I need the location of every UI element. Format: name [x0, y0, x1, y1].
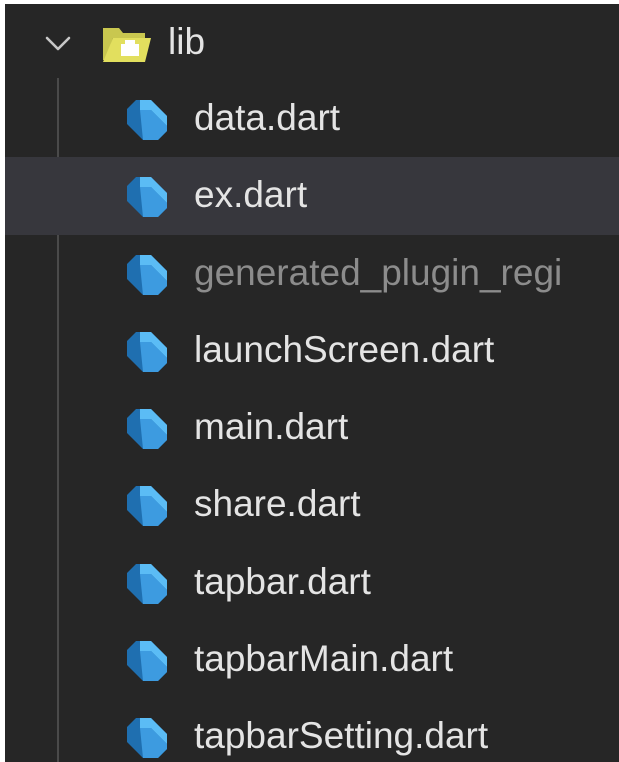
file-row-main-dart[interactable]: main.dart [5, 389, 619, 466]
file-name: data.dart [194, 97, 341, 138]
file-row-data-dart[interactable]: data.dart [5, 80, 619, 157]
folder-row-lib[interactable]: lib [5, 6, 619, 80]
file-row-launchscreen-dart[interactable]: launchScreen.dart [5, 312, 619, 389]
chevron-down-icon[interactable] [43, 28, 73, 58]
file-name: tapbar.dart [194, 560, 371, 602]
dart-icon [127, 177, 167, 218]
dart-icon [127, 641, 167, 682]
file-row-tapbarsetting-dart[interactable]: tapbarSetting.dart [5, 698, 619, 762]
file-name: tapbarSetting.dart [194, 715, 489, 757]
file-name: generated_plugin_regi [194, 251, 563, 293]
open-folder-icon [103, 28, 151, 62]
dart-icon [127, 486, 167, 527]
file-row-tapbarmain-dart[interactable]: tapbarMain.dart [5, 621, 619, 698]
file-name: main.dart [194, 406, 349, 448]
file-name: tapbarMain.dart [194, 638, 454, 680]
dart-icon [127, 100, 167, 140]
file-name: ex.dart [194, 174, 308, 216]
file-name: share.dart [194, 483, 361, 525]
folder-label: lib [168, 21, 206, 62]
dart-icon [127, 331, 167, 372]
file-list: data.dart ex.dart generated_plugin_regi [5, 80, 619, 762]
dart-icon [127, 254, 167, 295]
dart-icon [127, 563, 167, 604]
file-row-ex-dart[interactable]: ex.dart [5, 157, 619, 235]
file-name: launchScreen.dart [194, 328, 495, 370]
file-row-share-dart[interactable]: share.dart [5, 466, 619, 543]
dart-icon [127, 409, 167, 450]
file-row-tapbar-dart[interactable]: tapbar.dart [5, 544, 619, 621]
explorer-frame: lib data.dart ex.dart generated_plugin_r… [0, 0, 619, 762]
dart-icon [127, 718, 167, 759]
file-tree: lib data.dart ex.dart generated_plugin_r… [5, 4, 619, 762]
file-row-generated-plugin-registrant[interactable]: generated_plugin_regi [5, 235, 619, 312]
